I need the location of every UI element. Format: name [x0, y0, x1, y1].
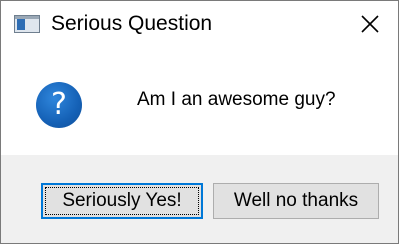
- close-icon: [361, 15, 379, 33]
- dialog-body: ? Am I an awesome guy?: [1, 47, 398, 155]
- dialog-message: Am I an awesome guy?: [137, 89, 336, 110]
- close-button[interactable]: [342, 1, 398, 47]
- seriously-yes-button[interactable]: Seriously Yes!: [41, 183, 203, 219]
- window-icon: [14, 15, 40, 33]
- window-title: Serious Question: [51, 12, 213, 35]
- well-no-thanks-button[interactable]: Well no thanks: [213, 183, 379, 219]
- button-bar: Seriously Yes! Well no thanks: [1, 155, 398, 243]
- dialog-window: Serious Question ? Am I an awesome guy? …: [0, 0, 399, 244]
- seriously-yes-label: Seriously Yes!: [62, 190, 182, 211]
- title-bar[interactable]: Serious Question: [1, 1, 398, 47]
- question-glyph: ?: [51, 87, 67, 122]
- question-icon: ?: [36, 82, 82, 128]
- well-no-thanks-label: Well no thanks: [233, 190, 359, 211]
